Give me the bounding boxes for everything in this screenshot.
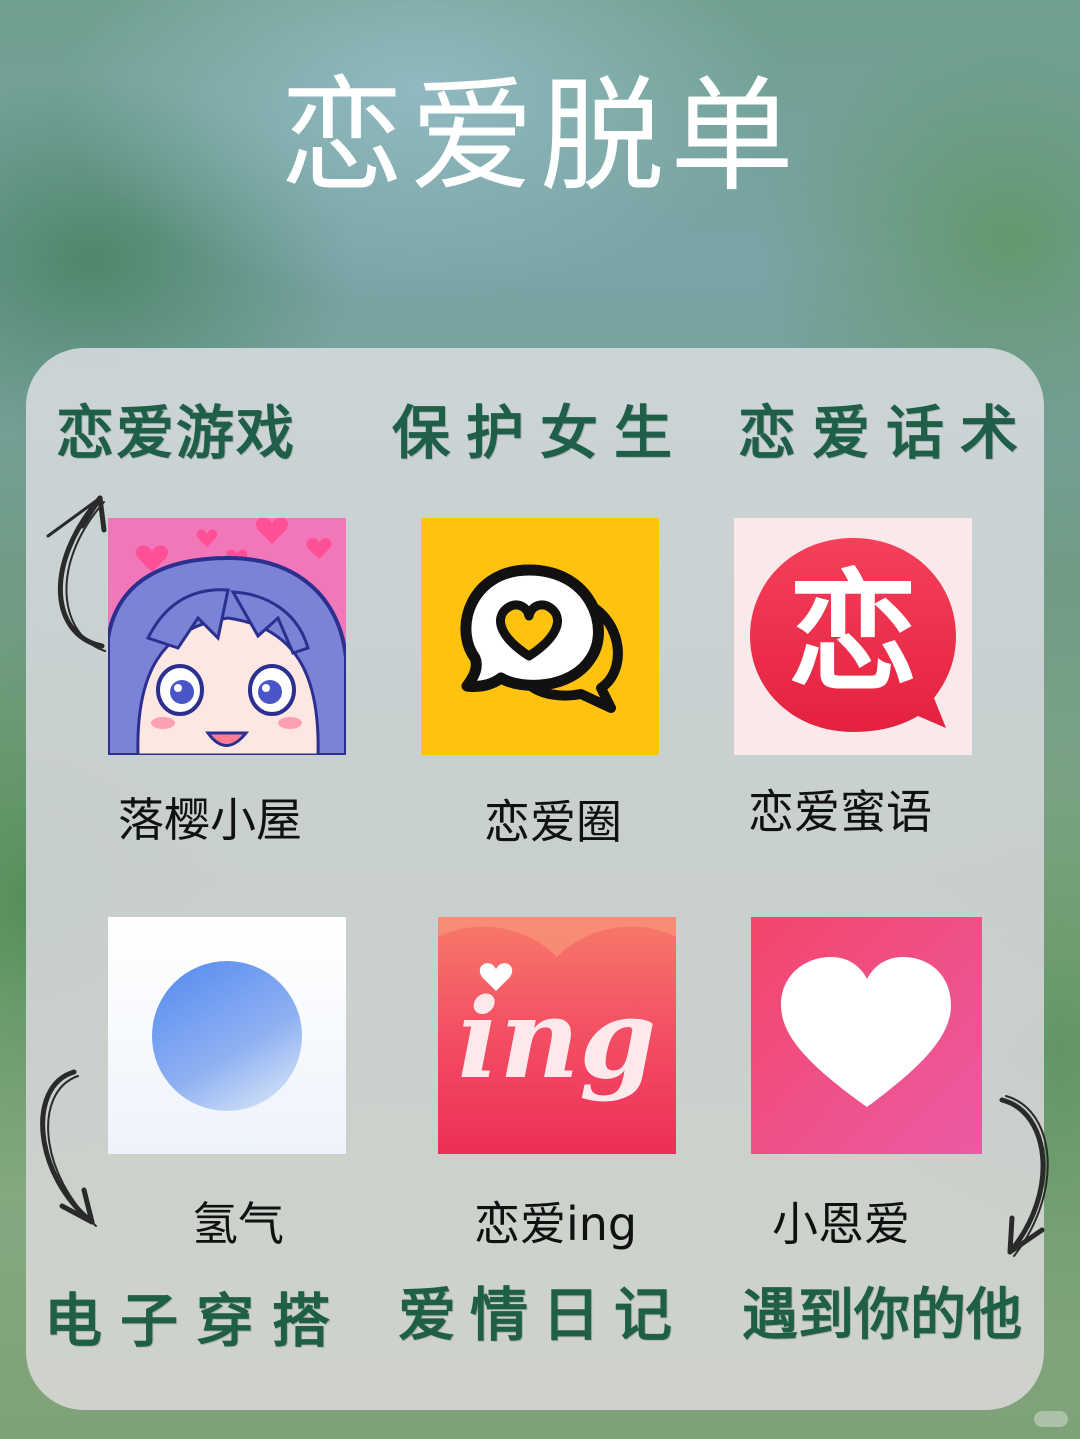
category-bottom-left: 电子穿搭 — [44, 1287, 349, 1355]
app-label-luoying: 落樱小屋 — [118, 793, 302, 847]
app-label-xiaoenai: 小恩爱 — [772, 1197, 910, 1251]
anime-girl-icon — [108, 518, 346, 755]
lian-glyph: 恋 — [788, 557, 918, 709]
watermark — [1034, 1411, 1068, 1427]
category-top-left: 恋爱游戏 — [56, 399, 297, 467]
app-icon-lianaiquan[interactable] — [421, 518, 659, 755]
category-bottom-right: 遇到你的他 — [742, 1282, 1022, 1348]
category-bottom-middle: 爱情日记 — [398, 1281, 687, 1349]
page-title: 恋爱脱单 — [279, 65, 800, 209]
ing-heart-icon: ing — [438, 917, 676, 1154]
app-label-lianaiing: 恋爱ing — [474, 1197, 638, 1251]
lian-speech-bubble-icon: 恋 — [734, 518, 972, 755]
heart-speech-bubble-icon — [421, 518, 659, 755]
category-top-middle: 保护女生 — [392, 399, 689, 467]
blue-circle-icon — [108, 917, 346, 1154]
app-label-lianaiquan: 恋爱圈 — [484, 795, 622, 849]
app-icon-lianaimiyu[interactable]: 恋 — [734, 518, 972, 755]
curved-arrow-down-left-icon — [40, 1069, 97, 1227]
app-label-lianaimiyu: 恋爱蜜语 — [748, 785, 932, 839]
app-icon-qingqi[interactable] — [108, 917, 346, 1154]
app-label-qingqi: 氢气 — [192, 1197, 284, 1251]
category-top-right: 恋爱话术 — [738, 399, 1035, 467]
white-heart-icon — [751, 917, 982, 1154]
curved-arrow-down-right-icon — [999, 1095, 1049, 1257]
app-icon-xiaoenai[interactable] — [751, 917, 982, 1154]
ing-glyph: ing — [458, 974, 657, 1103]
app-icon-luoying[interactable] — [108, 518, 346, 755]
app-icon-lianaiing[interactable]: ing — [438, 917, 676, 1154]
